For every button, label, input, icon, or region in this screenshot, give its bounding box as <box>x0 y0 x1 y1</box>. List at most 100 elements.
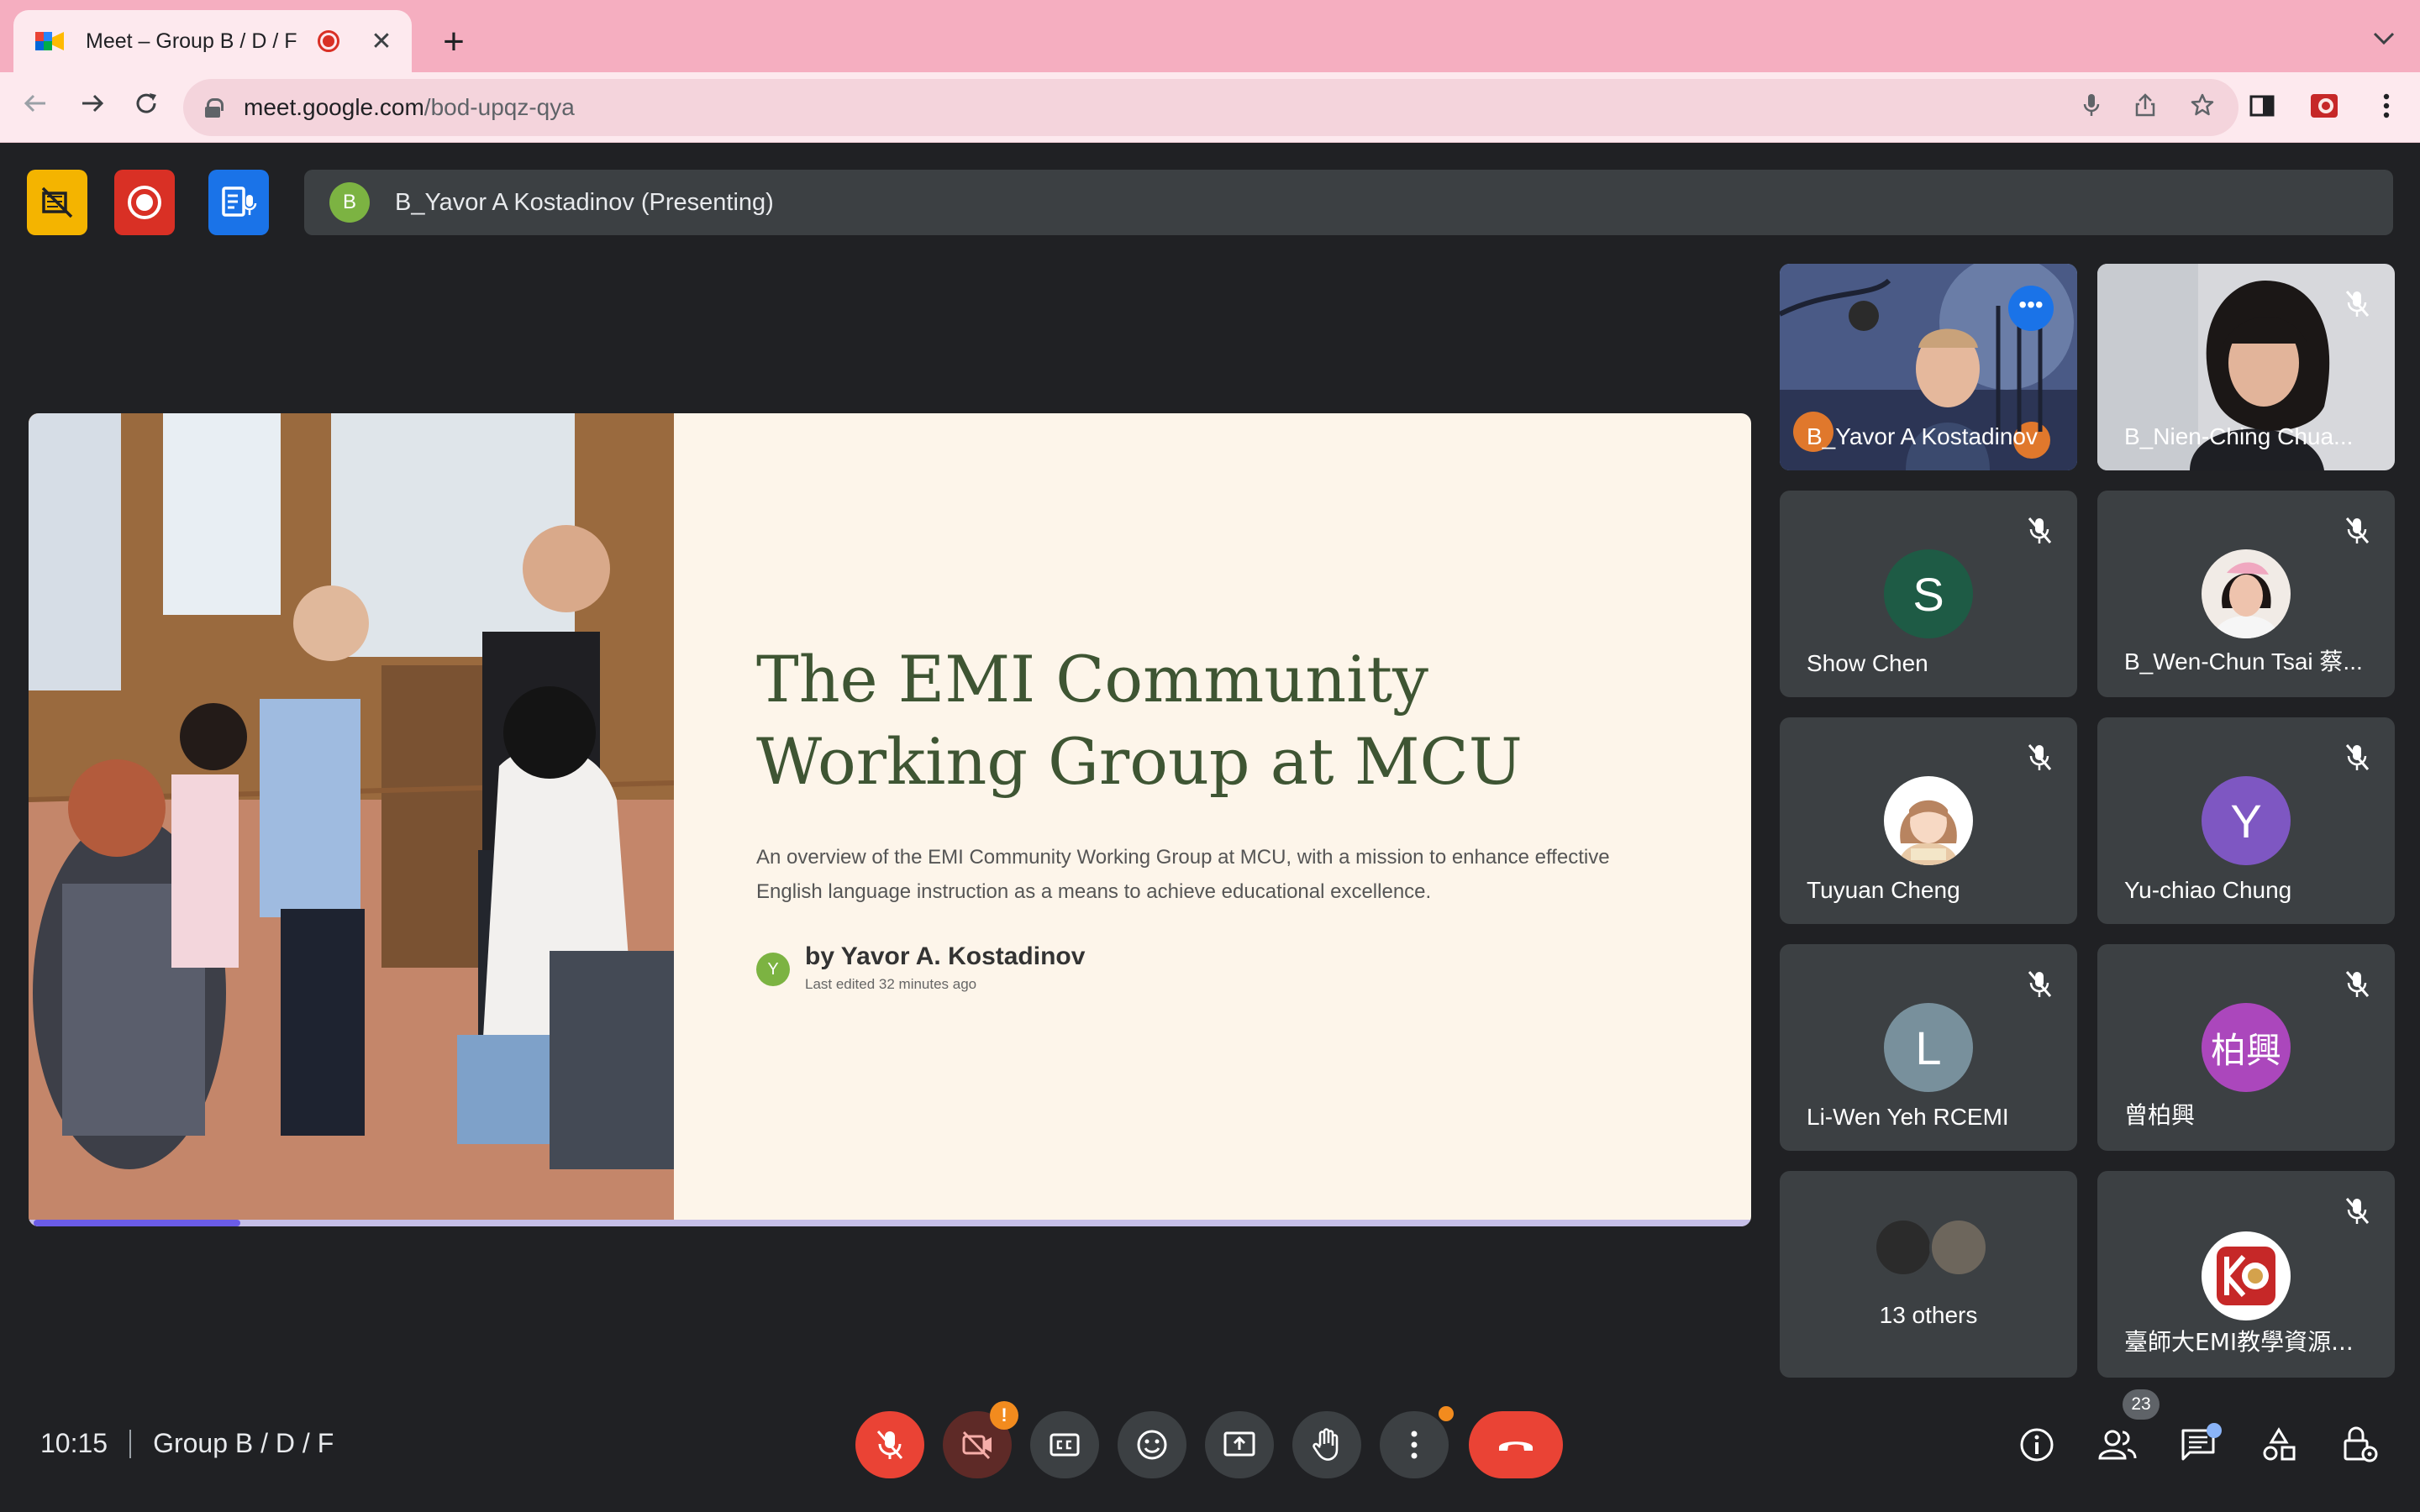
browser-tab-strip: Meet – Group B / D / F ✕ + <box>0 0 2420 72</box>
presentation-slide[interactable]: The EMI Community Working Group at MCU A… <box>29 413 1751 1226</box>
participant-tile-wen-chun[interactable]: B_Wen-Chun Tsai 蔡... <box>2097 491 2395 697</box>
slide-byline: Y by Yavor A. Kostadinov Last edited 32 … <box>756 942 1697 993</box>
new-tab-button[interactable]: + <box>437 18 471 66</box>
last-edited-label: Last edited 32 minutes ago <box>805 976 977 992</box>
no-video-badge[interactable] <box>27 170 87 235</box>
people-button[interactable] <box>2094 1421 2141 1468</box>
microphone-toggle-button[interactable] <box>855 1411 924 1478</box>
browser-tab-meet[interactable]: Meet – Group B / D / F ✕ <box>13 10 412 72</box>
participant-name: Yu-chiao Chung <box>2124 877 2292 903</box>
others-count-label: 13 others <box>1879 1302 1978 1328</box>
mic-muted-icon <box>2345 971 2370 997</box>
meeting-info-button[interactable] <box>2013 1421 2060 1468</box>
participant-tile-li-wen[interactable]: L Li-Wen Yeh RCEMI <box>1780 944 2077 1151</box>
participant-name: 曾柏興 <box>2124 1101 2196 1129</box>
others-avatar-stack <box>1874 1218 1991 1282</box>
notification-dot <box>1439 1406 1454 1421</box>
more-options-icon[interactable]: ••• <box>2008 286 2054 331</box>
host-controls-button[interactable] <box>2336 1421 2383 1468</box>
captions-icon <box>1050 1433 1080 1457</box>
transcript-icon <box>222 186 257 217</box>
participant-name: B_Yavor A Kostadinov <box>1807 423 2038 449</box>
slide-title-line-1: The EMI Community <box>756 642 1428 717</box>
more-options-button[interactable] <box>1380 1406 1454 1478</box>
participant-avatar: L <box>1884 1003 1973 1092</box>
presenter-avatar: B <box>329 182 370 223</box>
reactions-button[interactable] <box>1118 1411 1186 1478</box>
slide-progress-fill <box>34 1220 240 1226</box>
chat-button[interactable] <box>2175 1421 2222 1468</box>
camera-alert-badge: ! <box>990 1401 1018 1430</box>
google-meet-icon <box>35 29 64 54</box>
others-avatar <box>1929 1218 1988 1277</box>
browser-menu-icon[interactable] <box>2370 89 2403 123</box>
participant-tile-tseng[interactable]: 柏興 曾柏興 <box>2097 944 2395 1151</box>
participant-tile-yavor[interactable]: ••• B_Yavor A Kostadinov <box>1780 264 2077 470</box>
others-avatar <box>1874 1218 1933 1277</box>
leave-call-button[interactable] <box>1469 1411 1563 1478</box>
activities-icon <box>2263 1427 2296 1461</box>
camera-toggle-button[interactable]: ! <box>943 1401 1018 1478</box>
reload-icon <box>136 93 156 113</box>
slide-description: An overview of the EMI Community Working… <box>756 846 1610 903</box>
forward-arrow-icon <box>82 94 104 113</box>
side-panel-icon[interactable] <box>2245 89 2279 123</box>
back-button[interactable] <box>17 89 54 126</box>
author-name: by Yavor A. Kostadinov <box>805 942 1086 970</box>
participant-tile-ntnu-emi[interactable]: 臺師大EMI教學資源... <box>2097 1171 2395 1378</box>
activities-button[interactable] <box>2255 1421 2302 1468</box>
participant-tile-show-chen[interactable]: S Show Chen <box>1780 491 2077 697</box>
mic-muted-icon <box>2028 744 2052 770</box>
reload-button[interactable] <box>128 89 165 126</box>
raise-hand-button[interactable] <box>1292 1411 1361 1478</box>
microphone-icon[interactable] <box>2082 92 2101 123</box>
participant-tile-others[interactable]: 13 others <box>1780 1171 2077 1378</box>
slide-title: The EMI Community Working Group at MCU <box>756 638 1697 803</box>
tab-close-button[interactable]: ✕ <box>368 27 395 56</box>
mic-muted-icon <box>2345 1198 2370 1224</box>
mic-muted-icon <box>2028 971 2052 997</box>
tab-search-button[interactable] <box>2373 25 2395 51</box>
lock-icon <box>205 98 224 118</box>
participant-name: Tuyuan Cheng <box>1807 877 1960 903</box>
participant-cartoon-avatar <box>1884 776 1973 865</box>
divider <box>129 1429 132 1458</box>
slide-progress-bar <box>29 1220 1751 1226</box>
participant-name: B_Wen-Chun Tsai 蔡... <box>2124 648 2363 675</box>
participant-name: B_Nien-Ching Chua... <box>2124 423 2354 449</box>
info-icon <box>2020 1428 2054 1462</box>
share-icon[interactable] <box>2134 92 2156 123</box>
participant-avatar: 柏興 <box>2202 1003 2291 1092</box>
bookmark-star-icon[interactable] <box>2190 92 2215 123</box>
participant-tile-nien-ching[interactable]: B_Nien-Ching Chua... <box>2097 264 2395 470</box>
camera-off-icon <box>962 1431 992 1460</box>
clock-time: 10:15 <box>40 1428 108 1458</box>
participant-avatar: S <box>1884 549 1973 638</box>
host-controls-icon <box>2344 1426 2378 1462</box>
transcript-badge[interactable] <box>208 170 269 235</box>
participant-name: Li-Wen Yeh RCEMI <box>1807 1104 2009 1130</box>
present-now-button[interactable] <box>1205 1411 1274 1478</box>
address-bar[interactable]: meet.google.com/bod-upqz-qya <box>183 79 2238 136</box>
end-call-icon <box>1499 1441 1533 1451</box>
tab-title: Meet – Group B / D / F <box>86 29 297 53</box>
meeting-name: Group B / D / F <box>153 1428 334 1458</box>
participant-tile-yu-chiao[interactable]: Y Yu-chiao Chung <box>2097 717 2395 924</box>
url-text: meet.google.com/bod-upqz-qya <box>244 94 575 121</box>
presenting-banner: B B_Yavor A Kostadinov (Presenting) <box>304 170 2393 235</box>
forward-button[interactable] <box>74 89 111 126</box>
extension-logo-icon[interactable] <box>2307 89 2341 123</box>
back-arrow-icon <box>24 94 45 113</box>
people-count-badge: 23 <box>2123 1389 2160 1420</box>
participant-name: 臺師大EMI教學資源... <box>2124 1328 2354 1356</box>
participant-tile-tuyuan[interactable]: Tuyuan Cheng <box>1780 717 2077 924</box>
participant-avatar: Y <box>2202 776 2291 865</box>
slide-content: The EMI Community Working Group at MCU A… <box>756 638 1697 993</box>
mic-muted-icon <box>2028 517 2052 543</box>
presenting-label: B_Yavor A Kostadinov (Presenting) <box>395 188 774 216</box>
participant-name: Show Chen <box>1807 650 1928 676</box>
participant-photo-avatar <box>2202 549 2291 638</box>
recording-badge[interactable] <box>114 170 175 235</box>
captions-button[interactable] <box>1030 1411 1099 1478</box>
no-video-icon <box>41 186 73 218</box>
